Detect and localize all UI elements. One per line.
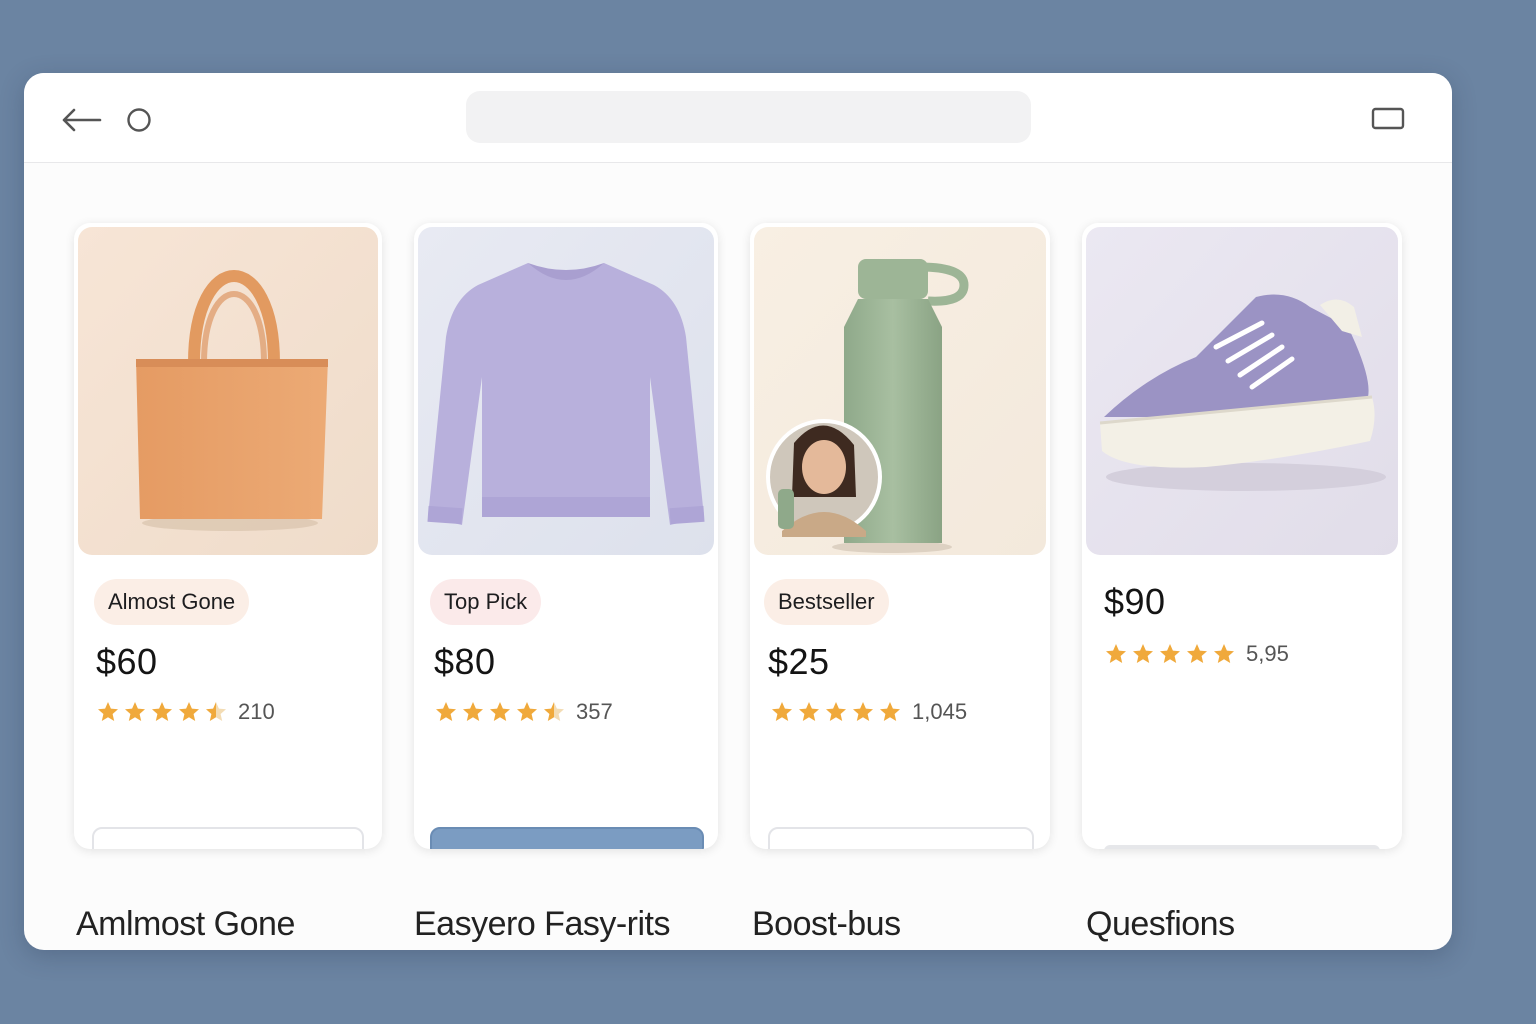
star-icon [463, 702, 483, 721]
star-icon [125, 702, 145, 721]
star-rating-icon [770, 700, 902, 724]
add-to-cart-button[interactable]: Add to cart [430, 827, 704, 849]
product-card[interactable]: $90 5,95 [1082, 223, 1402, 849]
star-icon [517, 702, 537, 721]
price: $60 [96, 641, 158, 682]
footer-label: Easyero Fasy-rits [414, 905, 671, 943]
sweater-image[interactable] [418, 227, 714, 555]
star-icon [98, 702, 118, 721]
star-rating-icon [96, 700, 228, 724]
footer-label: Boost-bus [752, 905, 901, 943]
browser-window: Almost Gone $60 210 View cart Top Pick $… [24, 73, 1452, 950]
star-icon [206, 702, 226, 721]
back-arrow-icon[interactable] [60, 105, 102, 135]
price: $90 [1104, 581, 1166, 622]
window-icon[interactable] [1370, 105, 1406, 133]
star-icon [152, 702, 172, 721]
star-rating-icon [434, 700, 566, 724]
rating-count: 210 [238, 699, 275, 724]
status-badge: Top Pick [430, 579, 542, 625]
status-badge: Bestseller [764, 579, 889, 625]
rating-count: 5,95 [1246, 641, 1289, 666]
sneaker-image[interactable] [1086, 227, 1398, 555]
rating: 210 [96, 699, 275, 725]
star-rating-icon [1104, 642, 1236, 666]
star-icon [490, 702, 510, 721]
star-icon [544, 702, 564, 721]
star-icon [1214, 644, 1234, 663]
reload-icon[interactable] [126, 107, 152, 133]
star-icon [179, 702, 199, 721]
browser-toolbar [24, 73, 1452, 163]
star-icon [853, 702, 873, 721]
rating: 357 [434, 699, 613, 725]
water-bottle-image[interactable] [754, 227, 1046, 555]
status-badge: Almost Gone [94, 579, 250, 625]
star-icon [799, 702, 819, 721]
rating: 5,95 [1104, 641, 1289, 667]
add-to-cart-button[interactable]: Add to cart [768, 827, 1034, 849]
address-bar[interactable] [466, 91, 1031, 143]
footer-label: Quesfions [1086, 905, 1235, 943]
tote-bag-image[interactable] [78, 227, 378, 555]
star-icon [880, 702, 900, 721]
star-icon [436, 702, 456, 721]
product-card[interactable]: Top Pick $80 357 Add to cart [414, 223, 718, 849]
star-icon [1160, 644, 1180, 663]
loading-line [1104, 845, 1380, 849]
star-icon [772, 702, 792, 721]
view-cart-button[interactable]: View cart [92, 827, 364, 849]
rating-count: 1,045 [912, 699, 968, 724]
rating: 1,045 [770, 699, 967, 725]
price: $25 [768, 641, 830, 682]
footer-label: Amlmost Gone [76, 905, 295, 943]
star-icon [1187, 644, 1207, 663]
star-icon [826, 702, 846, 721]
product-card[interactable]: Bestseller $25 1,045 Add to cart [750, 223, 1050, 849]
price: $80 [434, 641, 496, 682]
product-card[interactable]: Almost Gone $60 210 View cart [74, 223, 382, 849]
star-icon [1106, 644, 1126, 663]
rating-count: 357 [576, 699, 613, 724]
star-icon [1133, 644, 1153, 663]
